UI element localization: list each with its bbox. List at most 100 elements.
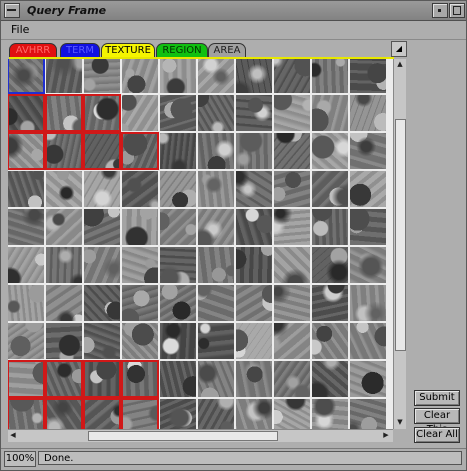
texture-tile[interactable] <box>312 285 348 321</box>
scroll-left-icon[interactable]: ◀ <box>8 430 18 440</box>
texture-tile[interactable] <box>274 171 310 207</box>
texture-grid-viewport[interactable] <box>8 59 393 429</box>
texture-tile[interactable] <box>312 247 348 283</box>
texture-tile[interactable] <box>312 323 348 359</box>
texture-tile[interactable] <box>84 59 120 93</box>
texture-tile[interactable] <box>46 209 82 245</box>
vertical-scroll-thumb[interactable] <box>395 119 406 351</box>
texture-tile[interactable] <box>122 247 158 283</box>
texture-tile[interactable] <box>350 247 386 283</box>
texture-tile[interactable] <box>122 323 158 359</box>
tab-texture[interactable]: TEXTURE <box>101 43 155 58</box>
texture-tile[interactable] <box>350 399 386 429</box>
texture-tile[interactable] <box>84 247 120 283</box>
texture-tile[interactable] <box>274 361 310 397</box>
texture-tile[interactable] <box>160 59 196 93</box>
texture-tile[interactable] <box>312 95 348 131</box>
texture-tile[interactable] <box>46 59 82 93</box>
texture-tile[interactable] <box>198 133 234 169</box>
texture-tile[interactable] <box>236 399 272 429</box>
texture-tile[interactable] <box>46 323 82 359</box>
texture-tile[interactable] <box>274 399 310 429</box>
texture-tile[interactable] <box>236 247 272 283</box>
texture-tile[interactable] <box>236 171 272 207</box>
maximize-button[interactable] <box>449 3 465 18</box>
scroll-up-icon[interactable]: ▲ <box>395 59 405 69</box>
texture-tile[interactable] <box>122 95 158 131</box>
texture-tile[interactable] <box>8 209 44 245</box>
clear-this-button[interactable]: Clear This <box>414 408 460 435</box>
texture-tile[interactable] <box>198 59 234 93</box>
texture-tile[interactable] <box>312 59 348 93</box>
texture-tile[interactable] <box>312 399 348 429</box>
texture-tile[interactable] <box>274 209 310 245</box>
texture-tile[interactable] <box>8 171 44 207</box>
texture-tile[interactable] <box>160 247 196 283</box>
texture-tile[interactable] <box>236 59 272 93</box>
texture-tile[interactable] <box>350 285 386 321</box>
texture-tile[interactable] <box>274 285 310 321</box>
texture-tile[interactable] <box>350 209 386 245</box>
texture-tile[interactable] <box>84 209 120 245</box>
texture-tile[interactable] <box>274 95 310 131</box>
texture-tile[interactable] <box>350 361 386 397</box>
tab-scroll-button[interactable]: ◢ <box>391 41 407 57</box>
texture-tile[interactable] <box>312 171 348 207</box>
texture-tile[interactable] <box>350 59 386 93</box>
minimize-button[interactable] <box>432 3 448 18</box>
texture-tile[interactable] <box>122 209 158 245</box>
texture-tile[interactable] <box>160 323 196 359</box>
texture-tile[interactable] <box>198 361 234 397</box>
texture-tile[interactable] <box>274 247 310 283</box>
tab-region[interactable]: REGION <box>156 43 208 58</box>
tab-avhrr[interactable]: AVHRR <box>9 43 57 58</box>
texture-tile[interactable] <box>350 171 386 207</box>
texture-tile[interactable] <box>236 133 272 169</box>
texture-tile[interactable] <box>350 133 386 169</box>
menu-file[interactable]: File <box>11 23 29 36</box>
texture-tile[interactable] <box>350 95 386 131</box>
texture-tile[interactable] <box>312 209 348 245</box>
tab-term[interactable]: TERM <box>60 43 100 58</box>
texture-tile[interactable] <box>198 209 234 245</box>
tab-area[interactable]: AREA <box>208 43 246 58</box>
texture-tile[interactable] <box>274 59 310 93</box>
texture-tile[interactable] <box>8 285 44 321</box>
texture-tile[interactable] <box>198 323 234 359</box>
texture-tile[interactable] <box>160 95 196 131</box>
horizontal-scrollbar[interactable]: ◀ ▶ <box>8 429 393 442</box>
texture-tile[interactable] <box>8 247 44 283</box>
horizontal-scroll-thumb[interactable] <box>88 431 278 441</box>
texture-tile[interactable] <box>160 171 196 207</box>
texture-tile[interactable] <box>160 133 196 169</box>
texture-tile[interactable] <box>198 399 234 429</box>
vertical-scrollbar[interactable]: ▲ ▼ <box>393 59 406 429</box>
texture-tile[interactable] <box>236 323 272 359</box>
texture-tile[interactable] <box>198 285 234 321</box>
texture-tile[interactable] <box>274 133 310 169</box>
scroll-right-icon[interactable]: ▶ <box>381 430 391 440</box>
texture-tile[interactable] <box>84 171 120 207</box>
texture-tile[interactable] <box>160 209 196 245</box>
texture-tile[interactable] <box>350 323 386 359</box>
clear-all-button[interactable]: Clear All <box>414 427 460 443</box>
title-bar[interactable]: Query Frame <box>1 1 466 21</box>
texture-tile[interactable] <box>160 361 196 397</box>
scroll-down-icon[interactable]: ▼ <box>395 417 405 427</box>
texture-tile[interactable] <box>122 285 158 321</box>
texture-tile[interactable] <box>46 171 82 207</box>
texture-tile[interactable] <box>312 361 348 397</box>
texture-tile[interactable] <box>84 285 120 321</box>
zoom-level[interactable]: 100% <box>4 451 36 467</box>
texture-tile[interactable] <box>236 95 272 131</box>
texture-tile[interactable] <box>84 323 120 359</box>
texture-tile[interactable] <box>160 399 196 429</box>
texture-tile[interactable] <box>198 95 234 131</box>
texture-tile[interactable] <box>274 323 310 359</box>
texture-tile[interactable] <box>198 247 234 283</box>
texture-tile[interactable] <box>122 59 158 93</box>
texture-tile[interactable] <box>160 285 196 321</box>
texture-tile[interactable] <box>312 133 348 169</box>
texture-tile[interactable] <box>46 247 82 283</box>
texture-tile[interactable] <box>236 209 272 245</box>
